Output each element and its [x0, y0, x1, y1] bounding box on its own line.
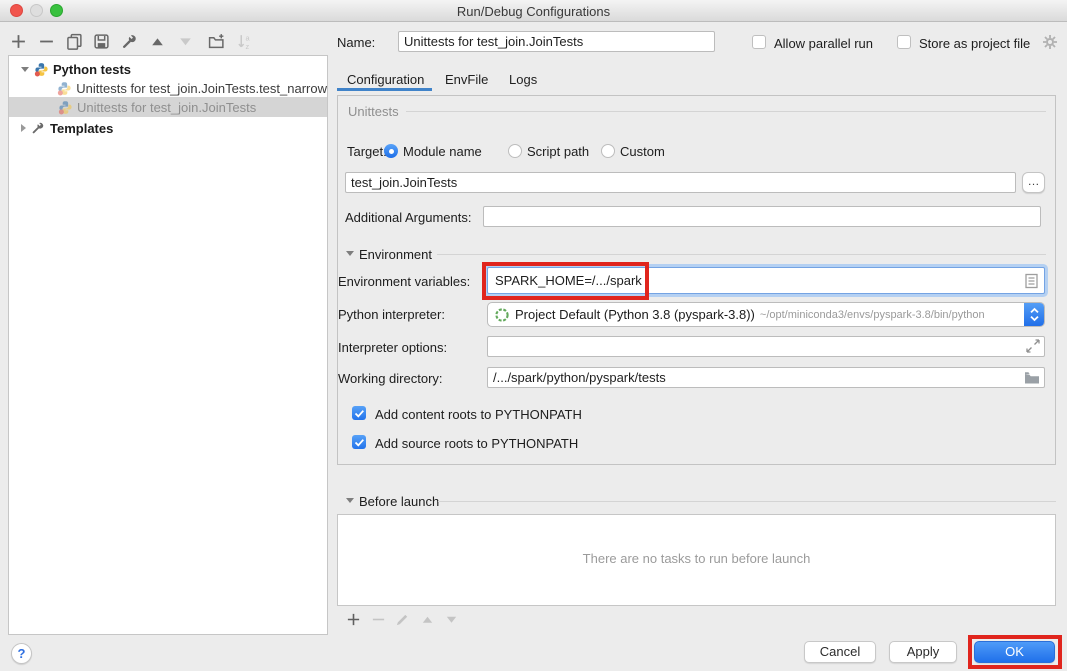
- edit-templates-icon[interactable]: [121, 33, 138, 50]
- move-down-icon: [177, 33, 194, 50]
- divider: [406, 111, 1046, 112]
- cancel-button[interactable]: Cancel: [804, 641, 876, 663]
- tab-configuration[interactable]: Configuration: [347, 72, 424, 87]
- custom-radio[interactable]: [601, 144, 615, 158]
- environment-variables-value: SPARK_HOME=/.../spark: [488, 273, 1025, 288]
- apply-button[interactable]: Apply: [889, 641, 957, 663]
- add-configuration-icon[interactable]: [10, 33, 27, 50]
- collapse-arrow-icon[interactable]: [21, 124, 26, 132]
- ok-button[interactable]: OK: [974, 641, 1055, 663]
- before-launch-empty-text: There are no tasks to run before launch: [338, 551, 1055, 566]
- copy-configuration-icon[interactable]: [66, 33, 83, 50]
- gear-icon[interactable]: [1042, 34, 1058, 50]
- unittests-group-title: Unittests: [348, 104, 399, 119]
- move-task-up-icon: [420, 612, 435, 627]
- add-task-icon[interactable]: [346, 612, 361, 627]
- allow-parallel-run-checkbox[interactable]: [752, 35, 766, 49]
- window-title: Run/Debug Configurations: [0, 4, 1067, 19]
- interpreter-options-input[interactable]: [487, 336, 1045, 357]
- edit-task-icon: [395, 612, 410, 627]
- folder-icon[interactable]: [1024, 371, 1040, 384]
- expand-field-icon[interactable]: [1026, 339, 1040, 353]
- browse-button[interactable]: …: [1022, 172, 1045, 193]
- configurations-tree: Python tests Unittests for test_join.Joi…: [8, 55, 328, 635]
- conda-environment-icon: [494, 307, 510, 323]
- titlebar: Run/Debug Configurations: [0, 0, 1067, 22]
- python-test-config-icon: [57, 80, 72, 96]
- remove-configuration-icon[interactable]: [38, 33, 55, 50]
- environment-variables-input[interactable]: SPARK_HOME=/.../spark: [487, 267, 1045, 294]
- tab-logs[interactable]: Logs: [509, 72, 537, 87]
- new-folder-icon[interactable]: [208, 33, 225, 50]
- name-input[interactable]: [398, 31, 715, 52]
- run-debug-configurations-dialog: Run/Debug Configurations az Python tests…: [0, 0, 1067, 671]
- store-as-project-file-label: Store as project file: [919, 36, 1030, 51]
- additional-arguments-label: Additional Arguments:: [345, 210, 471, 225]
- module-name-radio[interactable]: [384, 144, 398, 158]
- tree-item-label: Python tests: [53, 62, 131, 77]
- move-task-down-icon: [444, 612, 459, 627]
- add-content-roots-label: Add content roots to PYTHONPATH: [375, 407, 582, 422]
- add-source-roots-checkbox[interactable]: [352, 435, 366, 449]
- svg-text:z: z: [246, 42, 250, 50]
- environment-variables-label: Environment variables:: [338, 274, 470, 289]
- before-launch-task-list: There are no tasks to run before launch: [337, 514, 1056, 606]
- store-as-project-file-checkbox[interactable]: [897, 35, 911, 49]
- custom-radio-label: Custom: [620, 144, 665, 159]
- add-content-roots-checkbox[interactable]: [352, 406, 366, 420]
- python-interpreter-select[interactable]: Project Default (Python 3.8 (pyspark-3.8…: [487, 302, 1045, 327]
- add-source-roots-label: Add source roots to PYTHONPATH: [375, 436, 578, 451]
- environment-section-collapse-icon[interactable]: [346, 251, 354, 256]
- sort-configurations-icon: az: [237, 33, 254, 50]
- tree-item-label: Unittests for test_join.JoinTests: [77, 100, 256, 115]
- tree-item-unittests-test-narrow[interactable]: Unittests for test_join.JoinTests.test_n…: [9, 78, 327, 98]
- working-directory-input[interactable]: [487, 367, 1045, 388]
- name-label: Name:: [337, 35, 375, 50]
- divider: [438, 501, 1056, 502]
- python-interpreter-label: Python interpreter:: [338, 307, 445, 322]
- tree-item-templates[interactable]: Templates: [9, 118, 327, 138]
- tree-item-unittests-jointests-selected[interactable]: Unittests for test_join.JoinTests: [9, 97, 327, 117]
- remove-task-icon: [371, 612, 386, 627]
- module-name-input[interactable]: [345, 172, 1016, 193]
- module-name-radio-label: Module name: [403, 144, 482, 159]
- active-tab-underline: [337, 88, 432, 91]
- divider: [437, 254, 1046, 255]
- additional-arguments-input[interactable]: [483, 206, 1041, 227]
- save-configuration-icon[interactable]: [93, 33, 110, 50]
- move-up-icon[interactable]: [149, 33, 166, 50]
- before-launch-section-title: Before launch: [359, 494, 439, 509]
- script-path-radio[interactable]: [508, 144, 522, 158]
- tab-envfile[interactable]: EnvFile: [445, 72, 488, 87]
- python-interpreter-path: ~/opt/miniconda3/envs/pyspark-3.8/bin/py…: [760, 309, 985, 321]
- expand-arrow-icon[interactable]: [21, 67, 29, 72]
- target-label: Target:: [347, 144, 387, 159]
- python-interpreter-value: Project Default (Python 3.8 (pyspark-3.8…: [515, 307, 755, 322]
- python-tests-icon: [33, 61, 49, 77]
- tree-item-python-tests[interactable]: Python tests: [9, 59, 327, 79]
- environment-section-title: Environment: [359, 247, 432, 262]
- tree-item-label: Unittests for test_join.JoinTests.test_n…: [76, 81, 327, 96]
- help-button[interactable]: ?: [11, 643, 32, 664]
- interpreter-options-label: Interpreter options:: [338, 340, 447, 355]
- script-path-radio-label: Script path: [527, 144, 589, 159]
- edit-variables-icon[interactable]: [1025, 273, 1038, 289]
- python-test-config-icon: [57, 99, 73, 115]
- chevron-up-down-icon[interactable]: [1024, 302, 1045, 327]
- templates-wrench-icon: [30, 120, 46, 136]
- before-launch-collapse-icon[interactable]: [346, 498, 354, 503]
- allow-parallel-run-label: Allow parallel run: [774, 36, 873, 51]
- tree-item-label: Templates: [50, 121, 113, 136]
- working-directory-label: Working directory:: [338, 371, 443, 386]
